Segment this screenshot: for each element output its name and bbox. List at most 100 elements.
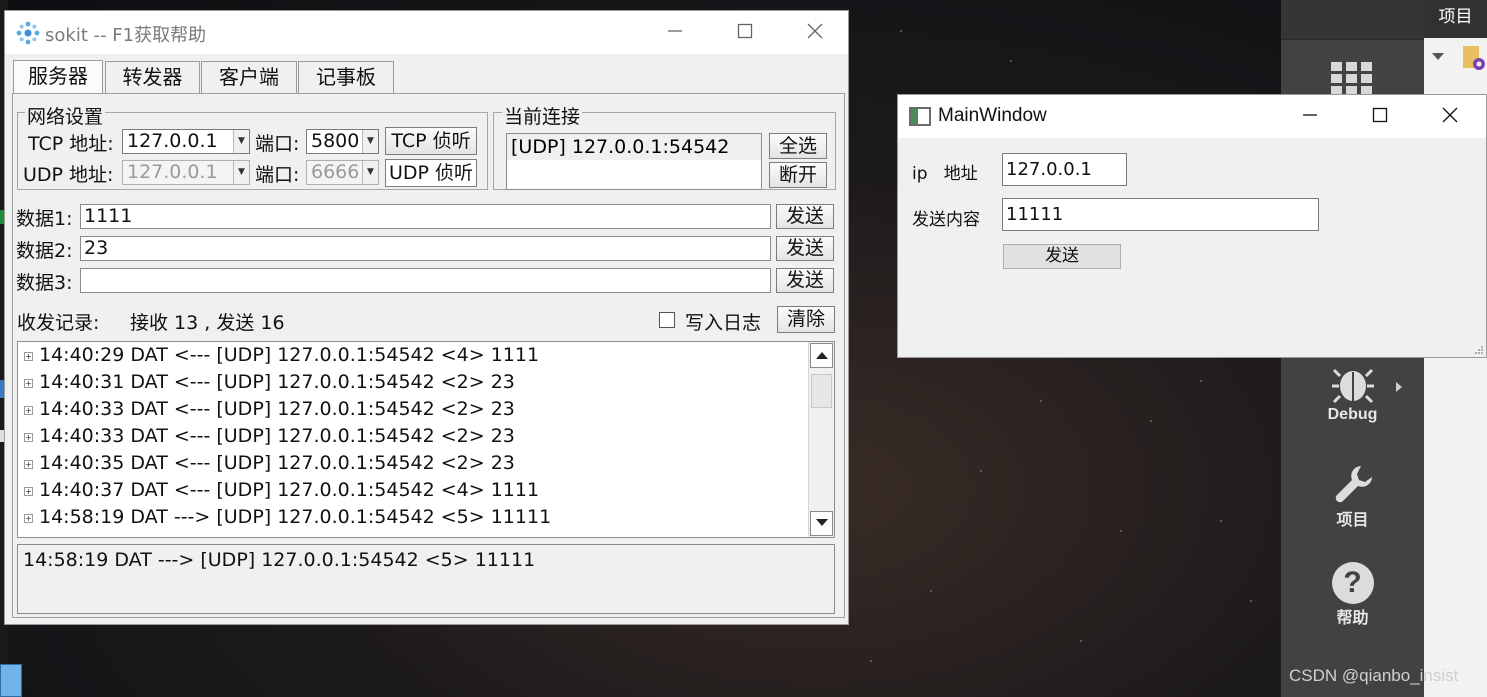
- data2-label: 数据2:: [16, 240, 73, 262]
- tcp-port-label: 端口:: [255, 133, 300, 155]
- dropdown-arrow-icon[interactable]: ▼: [362, 161, 378, 184]
- data2-send-button[interactable]: 发送: [776, 236, 834, 261]
- scroll-down-icon: [815, 519, 828, 526]
- sidebar-item-help[interactable]: ? 帮助: [1281, 562, 1424, 638]
- data1-input[interactable]: 1111: [80, 204, 771, 229]
- sidebar-item-debug-label: Debug: [1327, 406, 1378, 423]
- ip-label: ip 地址: [912, 164, 978, 184]
- maximize-button[interactable]: [1345, 95, 1415, 138]
- sokit-logo-icon: [16, 21, 40, 45]
- tab-server[interactable]: 服务器: [13, 60, 103, 95]
- scroll-thumb[interactable]: [811, 374, 832, 408]
- tab-notepad[interactable]: 记事板: [298, 61, 394, 94]
- tcp-port-combo[interactable]: 5800 ▼: [306, 129, 379, 154]
- close-button[interactable]: [1415, 95, 1485, 138]
- minimize-button[interactable]: [1275, 95, 1345, 138]
- scroll-up-button[interactable]: [810, 343, 833, 368]
- expand-icon[interactable]: +: [24, 433, 33, 442]
- minimize-button[interactable]: [640, 11, 710, 54]
- udp-port-label: 端口:: [255, 164, 300, 186]
- tcp-address-label: TCP 地址:: [28, 133, 114, 155]
- dropdown-arrow-icon[interactable]: [1432, 53, 1444, 61]
- log-row-text: 14:40:37 DAT <--- [UDP] 127.0.0.1:54542 …: [39, 479, 540, 501]
- dropdown-arrow-icon[interactable]: ▼: [362, 130, 378, 153]
- connection-list-item[interactable]: [UDP] 127.0.0.1:54542: [507, 134, 761, 160]
- write-log-label[interactable]: 写入日志: [685, 308, 761, 335]
- project-panel-header: 项目: [1424, 0, 1487, 38]
- expand-icon[interactable]: +: [24, 514, 33, 523]
- expand-icon[interactable]: +: [24, 406, 33, 415]
- tcp-listen-button[interactable]: TCP 侦听: [385, 127, 477, 155]
- project-folder-icon[interactable]: [1461, 44, 1487, 72]
- log-row[interactable]: +14:40:33 DAT <--- [UDP] 127.0.0.1:54542…: [18, 396, 515, 423]
- sidebar-item-help-label: 帮助: [1336, 610, 1369, 627]
- udp-port-value: 6666: [311, 161, 360, 183]
- expand-icon[interactable]: +: [24, 460, 33, 469]
- message-detail-view[interactable]: 14:58:19 DAT ---> [UDP] 127.0.0.1:54542 …: [17, 544, 835, 614]
- taskbar-app-icon[interactable]: [0, 664, 22, 697]
- data1-label: 数据1:: [16, 208, 73, 230]
- udp-address-combo[interactable]: 127.0.0.1 ▼: [122, 160, 250, 185]
- log-scrollbar[interactable]: [808, 342, 834, 537]
- disconnect-button[interactable]: 断开: [769, 162, 827, 188]
- records-label: 收发记录:: [17, 312, 100, 334]
- message-log-tree[interactable]: +14:40:29 DAT <--- [UDP] 127.0.0.1:54542…: [17, 341, 835, 538]
- log-row-text: 14:40:29 DAT <--- [UDP] 127.0.0.1:54542 …: [39, 344, 540, 366]
- udp-address-label: UDP 地址:: [23, 164, 114, 186]
- minimize-icon: [1303, 114, 1317, 116]
- log-row[interactable]: +14:40:37 DAT <--- [UDP] 127.0.0.1:54542…: [18, 477, 539, 504]
- select-all-button[interactable]: 全选: [769, 133, 827, 159]
- expand-icon[interactable]: +: [24, 352, 33, 361]
- sidebar-item-debug[interactable]: Debug: [1281, 362, 1424, 438]
- mainwindow: MainWindow ip 地址 127.0.0.1 发送内容 11111 发送: [897, 94, 1487, 358]
- log-row[interactable]: +14:40:31 DAT <--- [UDP] 127.0.0.1:54542…: [18, 369, 515, 396]
- network-settings-label: 网络设置: [25, 102, 106, 129]
- ip-input[interactable]: 127.0.0.1: [1002, 153, 1127, 186]
- expand-icon[interactable]: +: [24, 487, 33, 496]
- scroll-down-button[interactable]: [810, 511, 833, 536]
- maximize-icon: [1372, 107, 1388, 123]
- send-content-input[interactable]: 11111: [1002, 198, 1319, 231]
- csdn-watermark: CSDN @qianbo_insist: [1289, 666, 1459, 685]
- log-row[interactable]: +14:40:29 DAT <--- [UDP] 127.0.0.1:54542…: [18, 342, 539, 369]
- log-row-text: 14:40:35 DAT <--- [UDP] 127.0.0.1:54542 …: [39, 452, 515, 474]
- log-row-text: 14:58:19 DAT ---> [UDP] 127.0.0.1:54542 …: [39, 506, 552, 528]
- sidebar-item-project[interactable]: 项目: [1281, 462, 1424, 538]
- close-icon: [807, 23, 823, 39]
- udp-listen-button[interactable]: UDP 侦听: [385, 159, 477, 187]
- tab-forwarder[interactable]: 转发器: [105, 61, 200, 94]
- expand-icon[interactable]: +: [24, 379, 33, 388]
- tcp-port-value: 5800: [311, 130, 360, 152]
- sidebar-item-project-label: 项目: [1336, 512, 1369, 529]
- dropdown-arrow-icon[interactable]: ▼: [233, 130, 249, 153]
- tcp-address-value: 127.0.0.1: [127, 130, 218, 152]
- resize-grip-icon[interactable]: [1474, 345, 1484, 355]
- write-log-checkbox[interactable]: [659, 312, 675, 328]
- wrench-icon: [1335, 466, 1372, 503]
- welcome-grid-icon[interactable]: [1331, 62, 1373, 96]
- log-row[interactable]: +14:40:33 DAT <--- [UDP] 127.0.0.1:54542…: [18, 423, 515, 450]
- data2-input[interactable]: 23: [80, 236, 771, 261]
- udp-port-combo[interactable]: 6666 ▼: [306, 160, 379, 185]
- dropdown-arrow-icon[interactable]: ▼: [233, 161, 249, 184]
- send-button[interactable]: 发送: [1003, 244, 1121, 269]
- records-stats: 接收 13 , 发送 16: [130, 312, 285, 334]
- log-row-text: 14:40:31 DAT <--- [UDP] 127.0.0.1:54542 …: [39, 371, 515, 393]
- maximize-button[interactable]: [710, 11, 780, 54]
- log-row[interactable]: +14:40:35 DAT <--- [UDP] 127.0.0.1:54542…: [18, 450, 515, 477]
- tab-client[interactable]: 客户端: [201, 61, 297, 94]
- server-tab-pane: 网络设置 TCP 地址: 127.0.0.1 ▼ 端口: 5800 ▼ TCP …: [12, 93, 845, 618]
- chevron-right-icon[interactable]: [1394, 380, 1404, 394]
- data3-send-button[interactable]: 发送: [776, 268, 834, 293]
- sokit-window: sokit -- F1获取帮助 服务器 转发器 客户端 记事板 网络设置 TCP…: [4, 10, 849, 625]
- connection-list[interactable]: [UDP] 127.0.0.1:54542: [506, 133, 762, 190]
- data3-input[interactable]: [80, 268, 771, 293]
- data1-send-button[interactable]: 发送: [776, 204, 834, 229]
- close-icon: [1442, 107, 1458, 123]
- close-button[interactable]: [780, 11, 850, 54]
- tcp-address-combo[interactable]: 127.0.0.1 ▼: [122, 129, 250, 154]
- sokit-titlebar: sokit -- F1获取帮助: [5, 11, 848, 54]
- clear-button[interactable]: 清除: [777, 306, 835, 333]
- log-row-text: 14:40:33 DAT <--- [UDP] 127.0.0.1:54542 …: [39, 425, 515, 447]
- log-row[interactable]: +14:58:19 DAT ---> [UDP] 127.0.0.1:54542…: [18, 504, 551, 531]
